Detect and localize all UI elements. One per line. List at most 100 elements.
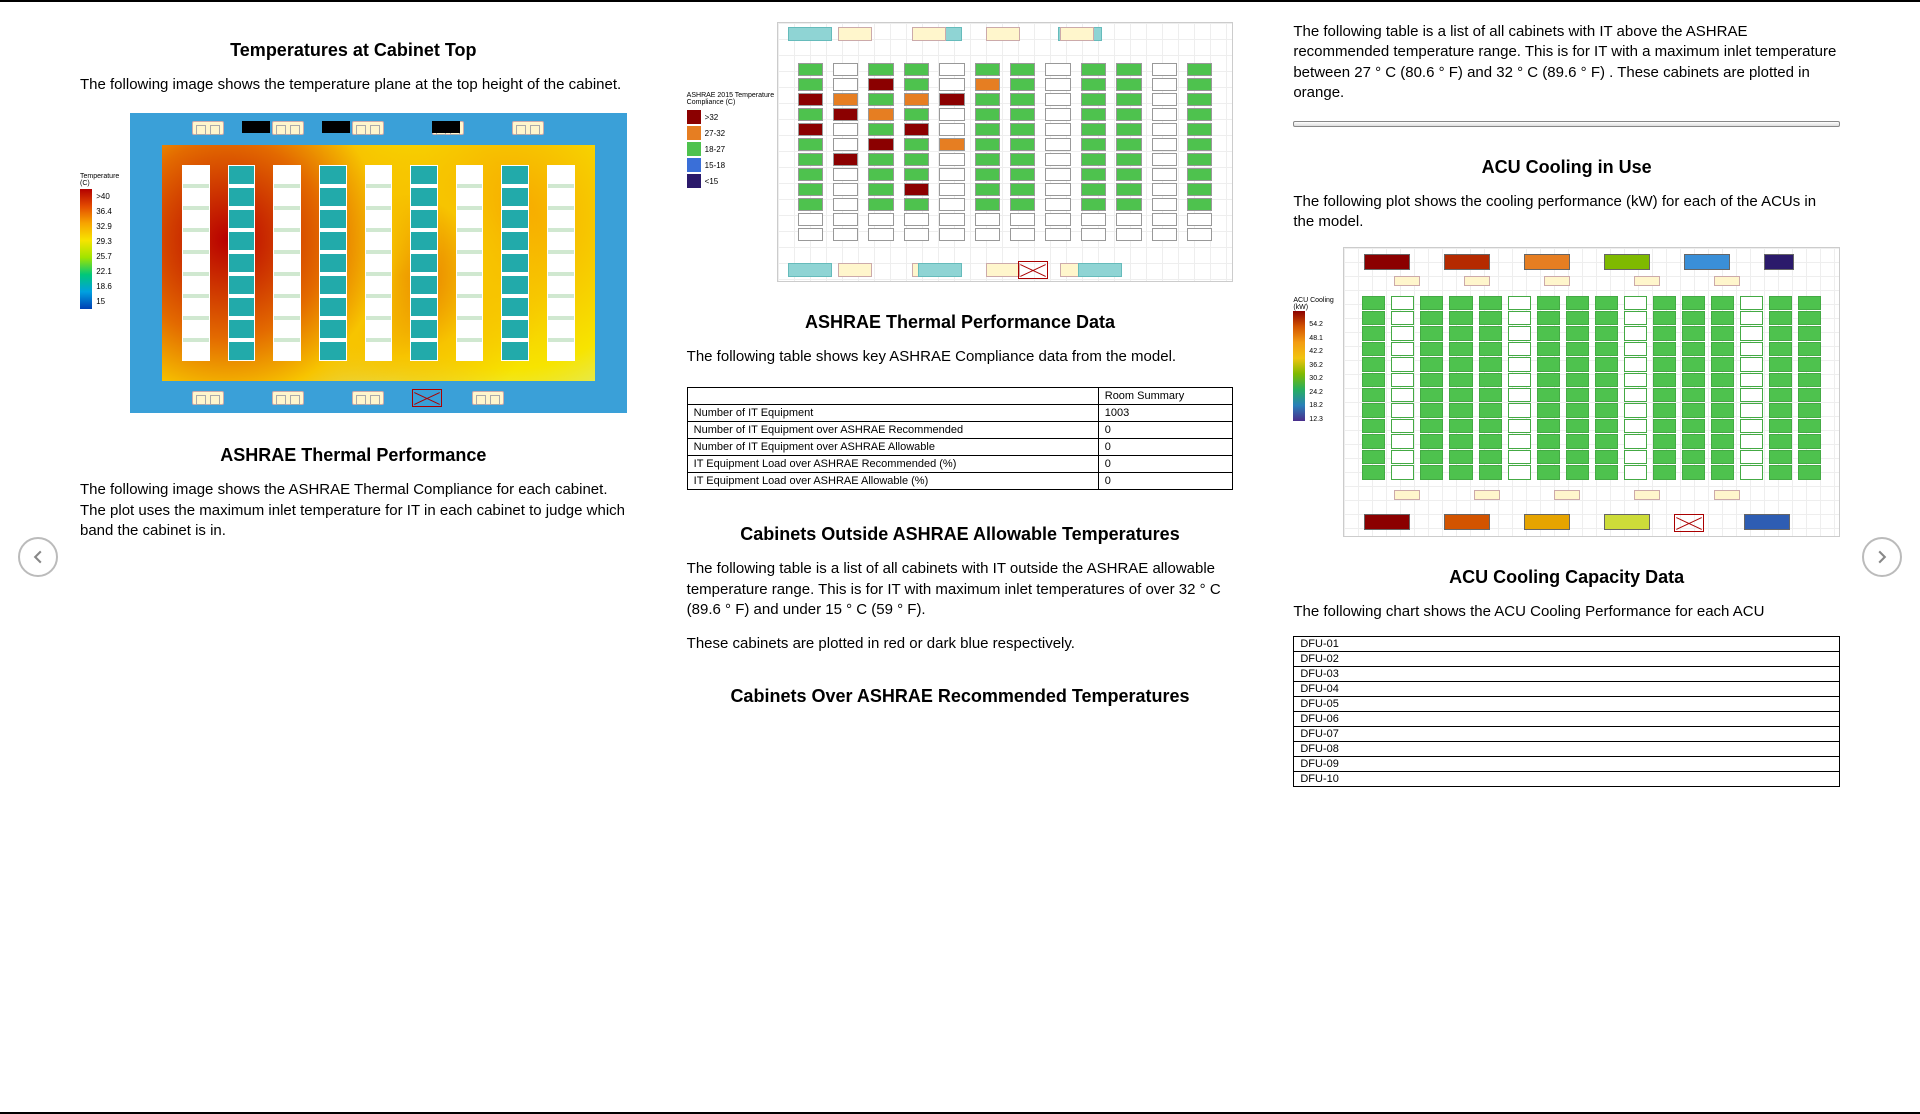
table-row: DFU-09 bbox=[1294, 756, 1840, 771]
dfu-cell: DFU-03 bbox=[1294, 666, 1840, 681]
tick: 29.3 bbox=[96, 234, 112, 249]
table-row: Number of IT Equipment1003 bbox=[687, 405, 1233, 422]
heatmap-canvas bbox=[130, 113, 627, 413]
dfu-cell: DFU-04 bbox=[1294, 681, 1840, 696]
table-cell-label: IT Equipment Load over ASHRAE Recommende… bbox=[687, 456, 1098, 473]
dfu-cell: DFU-10 bbox=[1294, 771, 1840, 786]
table-cell-label: IT Equipment Load over ASHRAE Allowable … bbox=[687, 473, 1098, 490]
tick: 15 bbox=[96, 294, 112, 309]
tick: 48.1 bbox=[1309, 332, 1323, 346]
tick: 36.2 bbox=[1309, 359, 1323, 373]
table-row: IT Equipment Load over ASHRAE Recommende… bbox=[687, 456, 1233, 473]
para-ashrae-thermal-performance: The following image shows the ASHRAE The… bbox=[80, 480, 627, 541]
table-header-room-summary: Room Summary bbox=[1098, 388, 1233, 405]
legend-label: <15 bbox=[705, 177, 719, 186]
legend-row: <15 bbox=[687, 174, 777, 188]
prev-page-button[interactable] bbox=[18, 537, 58, 577]
legend-row: 27-32 bbox=[687, 126, 777, 140]
heading-temperatures-cabinet-top: Temperatures at Cabinet Top bbox=[80, 40, 627, 61]
table-cell-value: 0 bbox=[1098, 473, 1233, 490]
table-row: DFU-03 bbox=[1294, 666, 1840, 681]
tick: 24.2 bbox=[1309, 386, 1323, 400]
table-row: DFU-08 bbox=[1294, 741, 1840, 756]
para-acu-cooling-capacity: The following chart shows the ACU Coolin… bbox=[1293, 602, 1840, 622]
tick: >40 bbox=[96, 189, 112, 204]
legend-label: 18-27 bbox=[705, 145, 725, 154]
legend-row: 18-27 bbox=[687, 142, 777, 156]
table-row: DFU-10 bbox=[1294, 771, 1840, 786]
para-acu-cooling-intro: The following plot shows the cooling per… bbox=[1293, 192, 1840, 233]
table-row: Number of IT Equipment over ASHRAE Allow… bbox=[687, 439, 1233, 456]
table-header-blank bbox=[687, 388, 1098, 405]
compliance-legend: ASHRAE 2015 Temperature Compliance (C) >… bbox=[687, 22, 777, 282]
legend-swatch bbox=[687, 126, 701, 140]
cooling-grid-canvas bbox=[1343, 247, 1840, 537]
heading-acu-cooling-in-use: ACU Cooling in Use bbox=[1293, 157, 1840, 178]
table-cell-label: Number of IT Equipment bbox=[687, 405, 1098, 422]
heading-ashrae-thermal-performance: ASHRAE Thermal Performance bbox=[80, 445, 627, 466]
para-cabinets-over-recommended: The following table is a list of all cab… bbox=[1293, 22, 1840, 103]
table-cell-value: 1003 bbox=[1098, 405, 1233, 422]
para-ashrae-performance-data: The following table shows key ASHRAE Com… bbox=[687, 347, 1234, 367]
table-row: DFU-04 bbox=[1294, 681, 1840, 696]
heatmap-legend-title: Temperature (C) bbox=[80, 173, 130, 187]
heatmap-legend: Temperature (C) >40 36.4 32.9 29.3 25.7 … bbox=[80, 113, 130, 413]
table-row: IT Equipment Load over ASHRAE Allowable … bbox=[687, 473, 1233, 490]
dfu-cell: DFU-05 bbox=[1294, 696, 1840, 711]
legend-swatch bbox=[687, 110, 701, 124]
next-page-button[interactable] bbox=[1862, 537, 1902, 577]
table-row: DFU-01 bbox=[1294, 636, 1840, 651]
table-cell-value: 0 bbox=[1098, 439, 1233, 456]
table-cell-label: Number of IT Equipment over ASHRAE Allow… bbox=[687, 439, 1098, 456]
dfu-cell: DFU-08 bbox=[1294, 741, 1840, 756]
compliance-grid-canvas bbox=[777, 22, 1234, 282]
legend-label: 27-32 bbox=[705, 129, 725, 138]
legend-swatch bbox=[687, 158, 701, 172]
legend-label: 15-18 bbox=[705, 161, 725, 170]
figure-temperature-heatmap: Temperature (C) >40 36.4 32.9 29.3 25.7 … bbox=[80, 113, 627, 413]
para-cabinets-outside-1: The following table is a list of all cab… bbox=[687, 559, 1234, 620]
dfu-cell: DFU-07 bbox=[1294, 726, 1840, 741]
cooling-ticks: 54.2 48.1 42.2 36.2 30.2 24.2 18.2 12.3 bbox=[1309, 318, 1323, 428]
tick: 54.2 bbox=[1309, 318, 1323, 332]
para-cabinets-outside-2: These cabinets are plotted in red or dar… bbox=[687, 634, 1234, 654]
legend-swatch bbox=[687, 142, 701, 156]
page-columns: Temperatures at Cabinet Top The followin… bbox=[0, 2, 1920, 1112]
tick: 42.2 bbox=[1309, 345, 1323, 359]
figure-compliance-grid: ASHRAE 2015 Temperature Compliance (C) >… bbox=[687, 22, 1234, 282]
divider bbox=[1293, 121, 1840, 127]
table-row: DFU-07 bbox=[1294, 726, 1840, 741]
legend-row: >32 bbox=[687, 110, 777, 124]
tick: 30.2 bbox=[1309, 372, 1323, 386]
heading-ashrae-performance-data: ASHRAE Thermal Performance Data bbox=[687, 312, 1234, 333]
para-temperatures-intro: The following image shows the temperatur… bbox=[80, 75, 627, 95]
table-ashrae-compliance: Room Summary Number of IT Equipment1003N… bbox=[687, 387, 1234, 490]
tick: 12.3 bbox=[1309, 413, 1323, 427]
heatmap-ticks: >40 36.4 32.9 29.3 25.7 22.1 18.6 15 bbox=[96, 189, 112, 309]
tick: 36.4 bbox=[96, 204, 112, 219]
table-row: Number of IT Equipment over ASHRAE Recom… bbox=[687, 422, 1233, 439]
table-cell-value: 0 bbox=[1098, 456, 1233, 473]
table-row: DFU-06 bbox=[1294, 711, 1840, 726]
table-dfu-list: DFU-01DFU-02DFU-03DFU-04DFU-05DFU-06DFU-… bbox=[1293, 636, 1840, 787]
dfu-cell: DFU-06 bbox=[1294, 711, 1840, 726]
column-1: Temperatures at Cabinet Top The followin… bbox=[80, 22, 627, 1102]
tick: 18.6 bbox=[96, 279, 112, 294]
dfu-cell: DFU-09 bbox=[1294, 756, 1840, 771]
heading-cabinets-over-recommended: Cabinets Over ASHRAE Recommended Tempera… bbox=[687, 686, 1234, 707]
heading-acu-cooling-capacity: ACU Cooling Capacity Data bbox=[1293, 567, 1840, 588]
column-3: The following table is a list of all cab… bbox=[1293, 22, 1840, 1102]
heatmap-colorbar bbox=[80, 189, 92, 309]
tick: 22.1 bbox=[96, 264, 112, 279]
table-row: DFU-05 bbox=[1294, 696, 1840, 711]
figure-acu-cooling: ACU Cooling (kW) 54.2 48.1 42.2 36.2 30.… bbox=[1293, 247, 1840, 537]
cooling-colorbar bbox=[1293, 311, 1305, 421]
chevron-right-icon bbox=[1875, 550, 1889, 564]
tick: 18.2 bbox=[1309, 399, 1323, 413]
tick: 32.9 bbox=[96, 219, 112, 234]
column-2: ASHRAE 2015 Temperature Compliance (C) >… bbox=[687, 22, 1234, 1102]
table-cell-value: 0 bbox=[1098, 422, 1233, 439]
dfu-cell: DFU-02 bbox=[1294, 651, 1840, 666]
cooling-legend-title: ACU Cooling (kW) bbox=[1293, 297, 1343, 311]
table-cell-label: Number of IT Equipment over ASHRAE Recom… bbox=[687, 422, 1098, 439]
